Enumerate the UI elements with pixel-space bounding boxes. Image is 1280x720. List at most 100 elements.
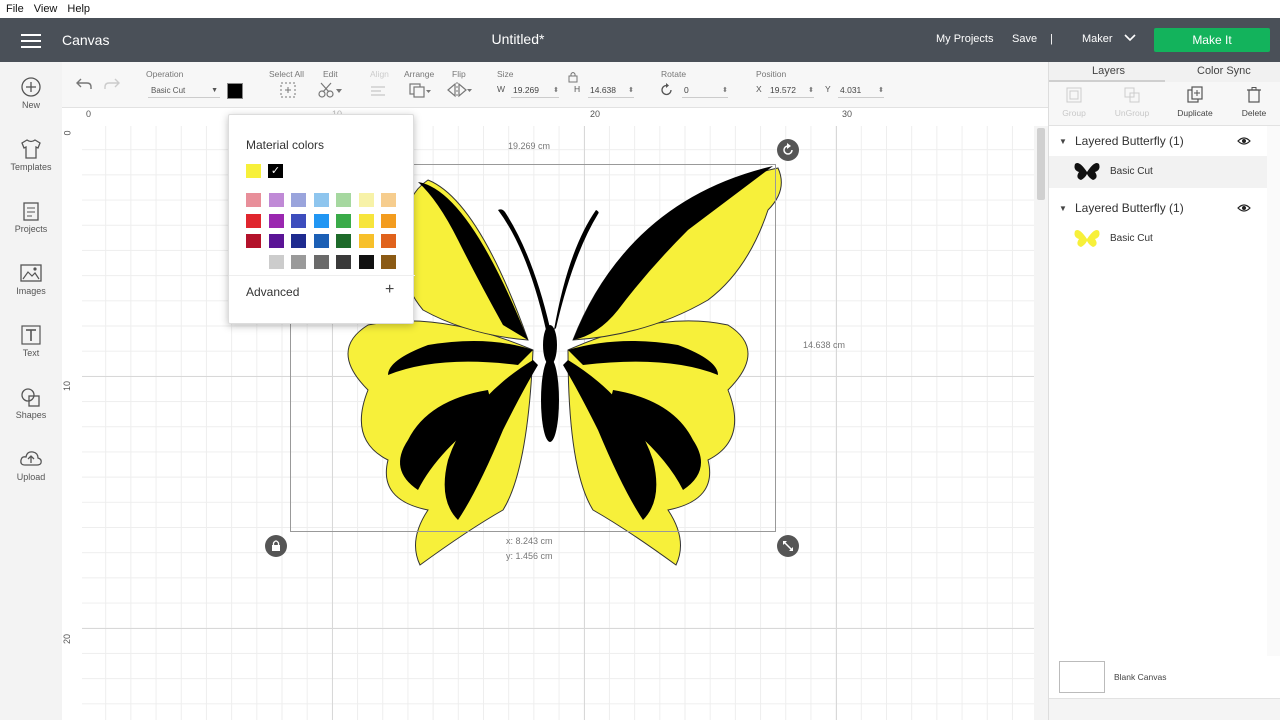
- group-button[interactable]: Group: [1049, 86, 1099, 118]
- spinner-icon[interactable]: ⬍: [553, 83, 559, 98]
- collapse-triangle-icon[interactable]: ▼: [1059, 137, 1067, 146]
- color-swatch[interactable]: [268, 213, 284, 228]
- ruler-tick: 30: [842, 109, 853, 119]
- color-swatch[interactable]: [268, 234, 284, 248]
- color-swatch[interactable]: [291, 213, 306, 228]
- eye-icon[interactable]: [1237, 203, 1251, 213]
- ungroup-button[interactable]: UnGroup: [1107, 86, 1157, 118]
- swatch-yellow-top[interactable]: [246, 164, 261, 178]
- design-canvas[interactable]: 0 10 20 30 0 10 20: [62, 108, 1048, 720]
- color-swatch[interactable]: [246, 254, 261, 269]
- eye-icon[interactable]: [1237, 136, 1251, 146]
- menu-file[interactable]: File: [6, 3, 24, 15]
- flip-icon[interactable]: [446, 81, 472, 99]
- scrollbar-thumb[interactable]: [1037, 128, 1045, 200]
- color-swatch[interactable]: [358, 254, 374, 269]
- tool-upload[interactable]: Upload: [0, 448, 62, 482]
- color-swatch[interactable]: [358, 234, 374, 248]
- edit-scissors-icon[interactable]: [317, 81, 343, 99]
- shapes-icon: [21, 388, 40, 407]
- lock-ratio-icon[interactable]: [568, 71, 578, 83]
- spinner-icon[interactable]: ⬍: [878, 83, 884, 98]
- y-input[interactable]: 4.031 ⬍: [838, 83, 884, 98]
- width-input[interactable]: 19.269 ⬍: [511, 83, 559, 98]
- my-projects-link[interactable]: My Projects: [936, 33, 993, 45]
- tool-new[interactable]: New: [0, 76, 62, 110]
- edit-label: Edit: [323, 69, 338, 79]
- x-input[interactable]: 19.572 ⬍: [768, 83, 814, 98]
- color-swatch[interactable]: [336, 234, 351, 248]
- tool-images[interactable]: Images: [0, 262, 62, 296]
- spinner-icon[interactable]: ⬍: [722, 83, 728, 98]
- color-swatch[interactable]: [336, 213, 351, 228]
- y-position-label: y: 1.456 cm: [506, 551, 553, 561]
- delete-button[interactable]: Delete: [1229, 86, 1279, 118]
- tab-layers[interactable]: Layers: [1092, 65, 1125, 77]
- canvas-scrollbar[interactable]: [1034, 126, 1048, 720]
- color-swatch[interactable]: [381, 254, 396, 269]
- chevron-down-icon[interactable]: [1124, 34, 1136, 42]
- upload-icon: [20, 451, 42, 466]
- layer-group-name: Layered Butterfly (1): [1075, 201, 1184, 215]
- select-all-icon[interactable]: [279, 81, 297, 99]
- group-icon: [1066, 87, 1082, 103]
- color-swatch[interactable]: [313, 234, 329, 248]
- blank-canvas-swatch[interactable]: [1059, 661, 1105, 693]
- color-swatch[interactable]: [336, 254, 351, 269]
- panel-tabs: Layers Color Sync: [1049, 62, 1280, 82]
- x-field-label: X: [756, 84, 762, 94]
- spinner-icon[interactable]: ⬍: [628, 83, 634, 98]
- arrange-icon[interactable]: [408, 81, 432, 99]
- tool-projects-label: Projects: [14, 224, 48, 234]
- layer-item[interactable]: Basic Cut: [1049, 223, 1267, 255]
- color-swatch[interactable]: [381, 213, 396, 228]
- color-swatch[interactable]: [246, 234, 261, 248]
- duplicate-button[interactable]: Duplicate: [1170, 86, 1220, 118]
- color-swatch[interactable]: [291, 234, 306, 248]
- resize-handle-icon[interactable]: [776, 534, 800, 558]
- make-it-button[interactable]: Make It: [1154, 28, 1270, 52]
- spinner-icon[interactable]: ⬍: [808, 83, 814, 98]
- rotate-input[interactable]: 0 ⬍: [682, 83, 728, 98]
- operation-color-swatch[interactable]: [227, 83, 243, 99]
- color-swatch[interactable]: [313, 193, 329, 207]
- color-swatch[interactable]: [313, 213, 329, 228]
- height-input[interactable]: 14.638 ⬍: [588, 83, 634, 98]
- panel-scrollbar[interactable]: [1267, 126, 1280, 656]
- color-swatch[interactable]: [381, 234, 396, 248]
- operation-select[interactable]: Basic Cut ▼: [148, 83, 220, 98]
- project-title: Untitled*: [491, 31, 545, 47]
- color-swatch[interactable]: [246, 213, 261, 228]
- tab-color-sync[interactable]: Color Sync: [1197, 65, 1251, 77]
- color-swatch[interactable]: [313, 254, 329, 269]
- tool-text[interactable]: Text: [0, 324, 62, 358]
- color-swatch[interactable]: [358, 193, 374, 207]
- tool-templates-label: Templates: [10, 162, 52, 172]
- tool-templates[interactable]: Templates: [0, 138, 62, 172]
- collapse-triangle-icon[interactable]: ▼: [1059, 204, 1067, 213]
- redo-icon[interactable]: [103, 77, 121, 91]
- color-swatch[interactable]: [336, 193, 351, 207]
- ruler-tick: 0: [62, 130, 73, 136]
- tool-projects[interactable]: Projects: [0, 200, 62, 234]
- machine-select[interactable]: Maker: [1082, 33, 1113, 45]
- color-swatch[interactable]: [381, 193, 396, 207]
- expand-plus-icon[interactable]: +: [385, 281, 394, 299]
- color-swatch[interactable]: [246, 193, 261, 207]
- color-swatch[interactable]: [291, 193, 306, 207]
- advanced-option[interactable]: Advanced: [246, 285, 299, 299]
- undo-icon[interactable]: [75, 77, 93, 91]
- menu-view[interactable]: View: [34, 3, 58, 15]
- color-swatch[interactable]: [268, 193, 284, 207]
- lock-handle-icon[interactable]: [264, 534, 288, 558]
- swatch-black-selected[interactable]: ✓: [268, 164, 283, 178]
- menu-help[interactable]: Help: [67, 3, 90, 15]
- color-swatch[interactable]: [358, 213, 374, 228]
- tool-upload-label: Upload: [16, 472, 46, 482]
- color-swatch[interactable]: [291, 254, 306, 269]
- color-swatch[interactable]: [268, 254, 284, 269]
- rotate-handle-icon[interactable]: [776, 138, 800, 162]
- save-button[interactable]: Save: [1012, 33, 1037, 45]
- tool-shapes[interactable]: Shapes: [0, 386, 62, 420]
- layer-item[interactable]: Basic Cut: [1049, 156, 1267, 188]
